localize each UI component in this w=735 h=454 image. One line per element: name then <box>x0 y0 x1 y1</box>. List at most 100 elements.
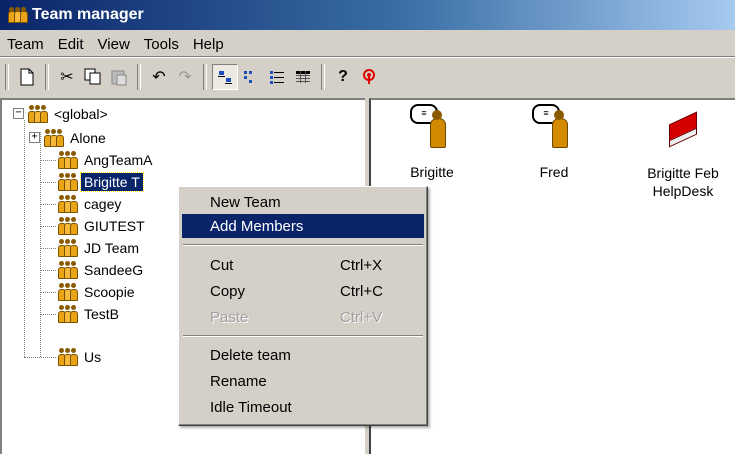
menu-item-label: Copy <box>210 282 246 300</box>
tree-item-label: <global> <box>54 106 108 122</box>
menu-item-shortcut: Ctrl+X <box>340 256 383 274</box>
paste-icon[interactable] <box>106 64 132 90</box>
member-label: Brigitte <box>410 164 454 180</box>
menu-item-add-members[interactable]: Add Members <box>182 214 424 238</box>
tree-item-label: Alone <box>70 130 106 146</box>
copy-icon[interactable] <box>80 64 106 90</box>
menu-tools[interactable]: Tools <box>137 36 186 53</box>
tree-item[interactable]: Scoopie <box>58 281 138 303</box>
tree-line <box>40 314 56 315</box>
tree-item[interactable]: GIUTEST <box>58 215 148 237</box>
menu-item-label: Delete team <box>210 346 291 364</box>
team-icon <box>58 305 78 323</box>
member-item[interactable]: ≡ Brigitte <box>382 104 482 180</box>
menu-item-label: Rename <box>210 372 267 390</box>
tree-item-label: GIUTEST <box>84 218 145 234</box>
menu-item-copy[interactable]: Copy Ctrl+C <box>182 279 424 303</box>
person-chat-icon: ≡ <box>410 104 454 152</box>
member-label: Brigitte Feb HelpDesk <box>647 165 719 199</box>
tree-line <box>40 292 56 293</box>
help-icon[interactable]: ? <box>330 64 356 90</box>
collapse-root-toggle[interactable]: − <box>13 108 24 119</box>
connection-icon[interactable] <box>356 64 382 90</box>
team-icon <box>28 105 48 123</box>
member-item[interactable]: Brigitte Feb HelpDesk <box>633 104 733 200</box>
window-title: Team manager <box>32 6 144 23</box>
team-icon <box>8 7 28 23</box>
red-book-icon <box>661 104 705 152</box>
context-menu: New Team Add Members Cut Ctrl+X Copy Ctrl+… <box>178 186 428 426</box>
undo-icon[interactable]: ↶ <box>146 64 172 90</box>
menu-item-shortcut: Ctrl+C <box>340 282 383 300</box>
toolbar-separator <box>137 64 141 90</box>
menu-help[interactable]: Help <box>186 36 231 53</box>
menu-item-label: Cut <box>210 256 234 274</box>
tree-item[interactable]: TestB <box>58 303 122 325</box>
redo-icon[interactable]: ↷ <box>172 64 198 90</box>
menu-item-label: New Team <box>210 193 281 211</box>
small-icons-icon[interactable] <box>238 64 264 90</box>
team-icon <box>58 217 78 235</box>
menu-item-label: Paste <box>210 308 249 326</box>
list-icon[interactable] <box>264 64 290 90</box>
tree-line <box>40 132 41 357</box>
tree-item[interactable]: Alone <box>44 127 109 149</box>
menu-view[interactable]: View <box>91 36 137 53</box>
menu-item-delete-team[interactable]: Delete team <box>182 343 424 367</box>
tree-line <box>24 120 25 357</box>
cut-icon[interactable]: ✂ <box>54 64 80 90</box>
menu-item-idle-timeout[interactable]: Idle Timeout <box>182 395 424 419</box>
team-icon <box>58 283 78 301</box>
tree-item[interactable]: Us <box>58 346 104 368</box>
member-item[interactable]: ≡ Fred <box>504 104 604 180</box>
team-icon <box>58 195 78 213</box>
team-icon <box>58 261 78 279</box>
menu-item-label: Idle Timeout <box>210 398 292 416</box>
tree-item-selected[interactable]: Brigitte T <box>58 171 144 193</box>
tree-item-label: TestB <box>84 306 120 322</box>
team-icon <box>58 173 78 191</box>
tree-line <box>40 182 56 183</box>
team-icon <box>58 239 78 257</box>
toolbar-separator <box>5 64 9 90</box>
tree-item[interactable]: AngTeamA <box>58 149 155 171</box>
team-icon <box>44 129 64 147</box>
tree-line <box>24 357 56 358</box>
tree-line <box>40 248 56 249</box>
title-bar[interactable]: Team manager <box>0 0 735 30</box>
team-icon <box>58 348 78 366</box>
menu-item-cut[interactable]: Cut Ctrl+X <box>182 253 424 277</box>
toolbar: ✂ ↶ ↷ ? <box>0 60 735 94</box>
expand-alone-toggle[interactable]: + <box>29 132 40 143</box>
tree-line <box>40 226 56 227</box>
toolbar-separator <box>321 64 325 90</box>
toolbar-separator <box>203 64 207 90</box>
tree-item-label: AngTeamA <box>84 152 153 168</box>
menu-edit[interactable]: Edit <box>51 36 91 53</box>
tree-item[interactable]: SandeeG <box>58 259 146 281</box>
tree-item-label: Us <box>84 349 102 365</box>
new-icon[interactable] <box>14 64 40 90</box>
tree-item-label: JD Team <box>84 240 139 256</box>
tree-item-label: Scoopie <box>84 284 135 300</box>
menu-separator <box>183 244 423 246</box>
tree-item[interactable]: JD Team <box>58 237 142 259</box>
menu-team[interactable]: Team <box>0 36 51 53</box>
menu-item-label: Add Members <box>210 217 304 235</box>
menu-item-rename[interactable]: Rename <box>182 369 424 393</box>
large-icons-icon[interactable] <box>212 64 238 90</box>
menu-item-shortcut: Ctrl+V <box>340 308 383 326</box>
tree-item-label: Brigitte T <box>80 172 144 192</box>
tree-item[interactable]: cagey <box>58 193 124 215</box>
details-icon[interactable] <box>290 64 316 90</box>
menu-separator <box>183 335 423 337</box>
tree-item-label: cagey <box>84 196 122 212</box>
team-icon <box>58 151 78 169</box>
tree-item-global[interactable]: <global> <box>28 103 111 125</box>
tree-line <box>40 160 56 161</box>
tree-line <box>40 204 56 205</box>
tree-item-label: SandeeG <box>84 262 144 278</box>
menu-item-new-team[interactable]: New Team <box>182 190 424 214</box>
toolbar-separator <box>45 64 49 90</box>
menu-item-paste[interactable]: Paste Ctrl+V <box>182 305 424 329</box>
